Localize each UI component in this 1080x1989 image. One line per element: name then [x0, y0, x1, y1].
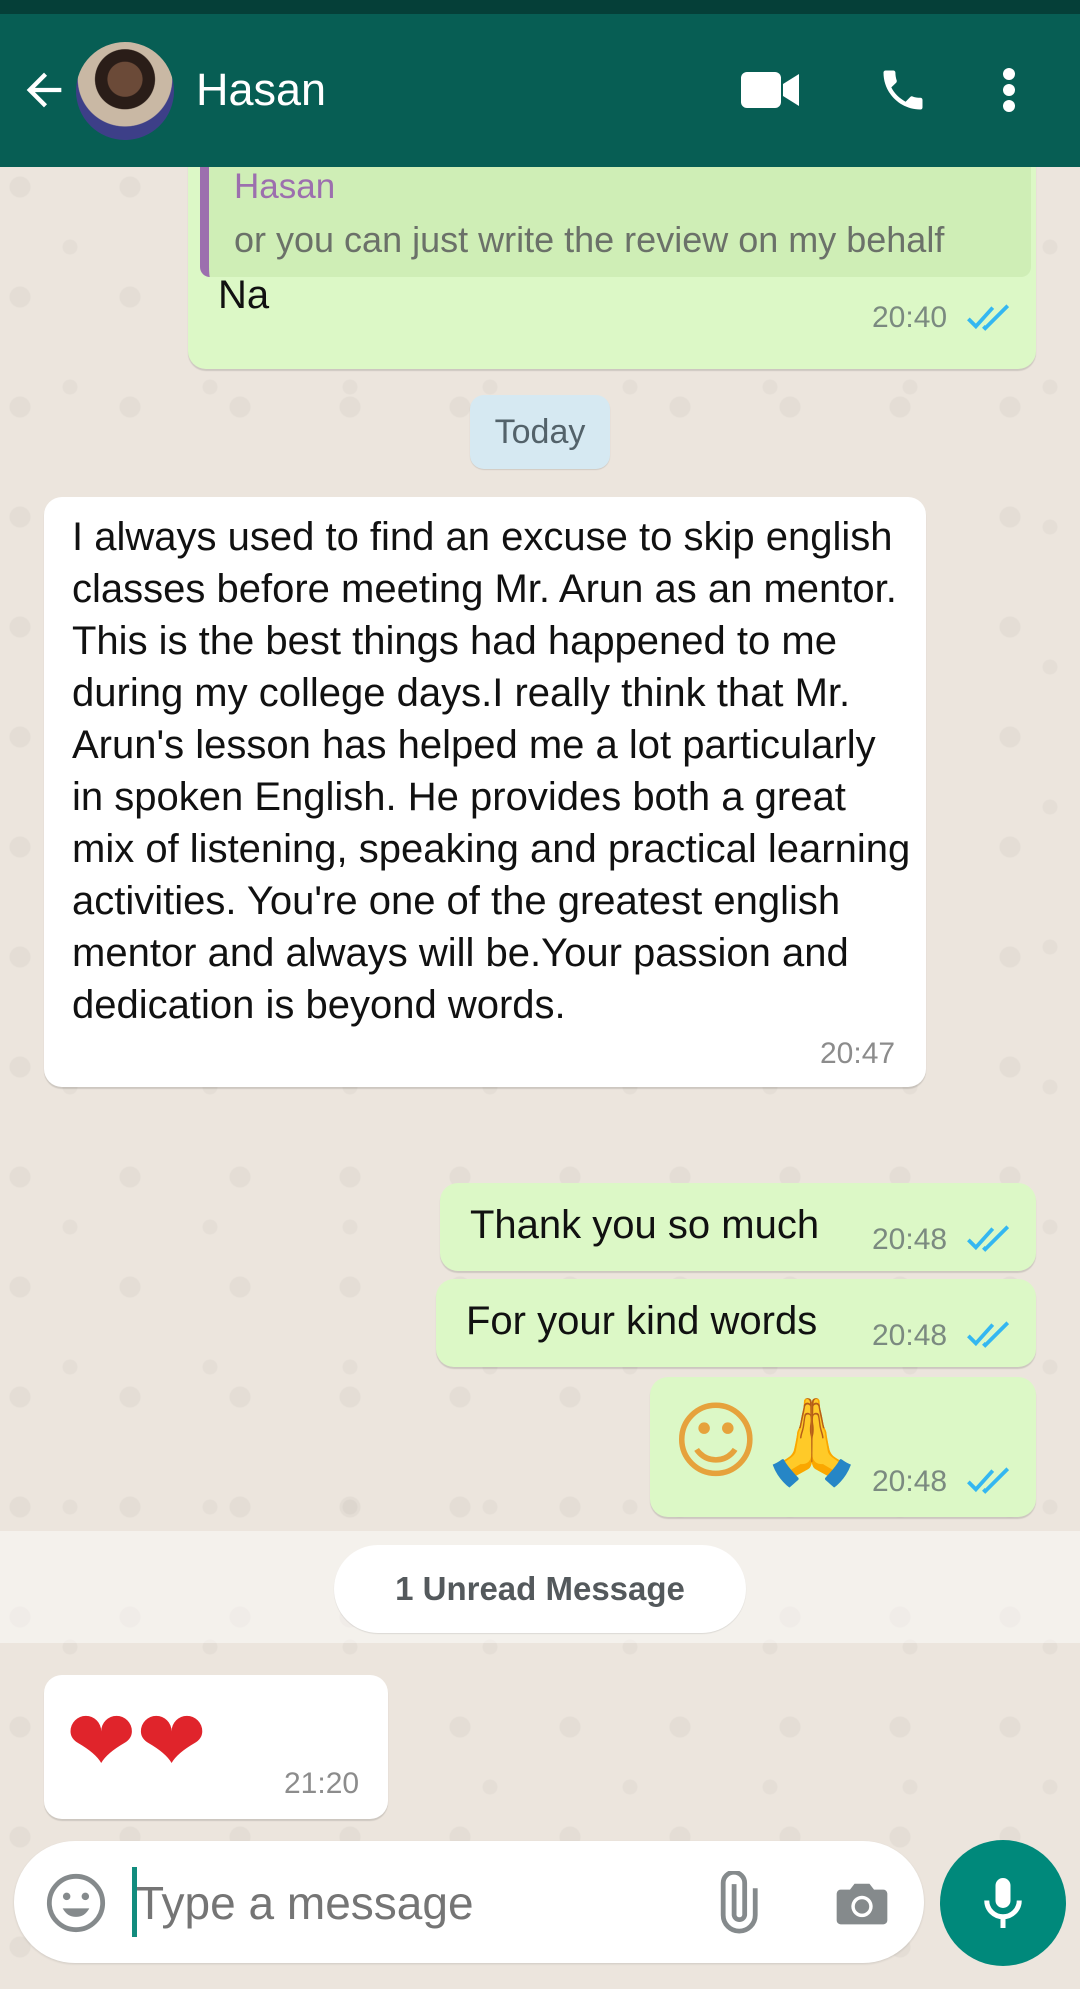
- attach-button[interactable]: [704, 1869, 768, 1935]
- paperclip-icon: [720, 1869, 758, 1934]
- message-text: Na: [218, 273, 270, 317]
- contact-name[interactable]: Hasan: [196, 64, 326, 116]
- quoted-sender: Hasan: [234, 167, 336, 206]
- outgoing-message[interactable]: Thank you so much 20:48: [440, 1183, 1036, 1271]
- chat-header: Hasan: [0, 14, 1080, 167]
- emoji-button[interactable]: [44, 1871, 108, 1935]
- voice-call-button[interactable]: [868, 60, 938, 120]
- chat-area[interactable]: Hasan or you can just write the review o…: [0, 167, 1080, 1989]
- incoming-message[interactable]: I always used to find an excuse to skip …: [44, 497, 926, 1087]
- message-emoji: ☺🙏: [672, 1392, 865, 1490]
- message-text: I always used to find an excuse to skip …: [72, 515, 911, 1027]
- message-emoji: ❤❤: [66, 1692, 207, 1790]
- message-time: 20:48: [872, 1319, 948, 1352]
- microphone-icon: [984, 1878, 1022, 1928]
- message-composer: [14, 1841, 924, 1963]
- avatar[interactable]: [76, 42, 174, 140]
- outgoing-message[interactable]: For your kind words 20:48: [436, 1279, 1036, 1367]
- video-call-button[interactable]: [736, 60, 806, 120]
- message-text: For your kind words: [466, 1299, 818, 1343]
- message-time: 20:47: [820, 1037, 896, 1070]
- double-check-read-icon: [967, 1225, 1010, 1252]
- status-bar: [0, 0, 1080, 14]
- date-divider: Today: [470, 395, 610, 469]
- smiley-icon: [46, 1873, 106, 1933]
- message-text: Thank you so much: [470, 1203, 820, 1247]
- video-camera-icon: [741, 72, 799, 108]
- camera-button[interactable]: [830, 1871, 894, 1935]
- incoming-message[interactable]: ❤❤ 21:20: [44, 1675, 388, 1819]
- message-time: 20:48: [872, 1465, 948, 1498]
- voice-message-button[interactable]: [940, 1840, 1066, 1966]
- outgoing-message[interactable]: ☺🙏 20:48: [650, 1377, 1036, 1517]
- message-input[interactable]: [134, 1865, 698, 1941]
- message-time: 21:20: [284, 1767, 360, 1800]
- message-time: 20:40: [872, 301, 948, 334]
- double-check-read-icon: [967, 1321, 1010, 1348]
- unread-count-badge: 1 Unread Message: [334, 1545, 746, 1633]
- more-vertical-icon: [1003, 68, 1015, 112]
- quoted-text: or you can just write the review on my b…: [234, 219, 945, 260]
- message-time: 20:48: [872, 1223, 948, 1256]
- double-check-read-icon: [967, 1467, 1010, 1494]
- camera-icon: [836, 1883, 888, 1925]
- back-button[interactable]: [18, 64, 70, 116]
- arrow-left-icon: [26, 72, 62, 108]
- phone-icon: [883, 70, 923, 110]
- double-check-read-icon: [967, 304, 1010, 331]
- more-options-button[interactable]: [984, 60, 1034, 120]
- outgoing-message[interactable]: Hasan or you can just write the review o…: [188, 167, 1036, 369]
